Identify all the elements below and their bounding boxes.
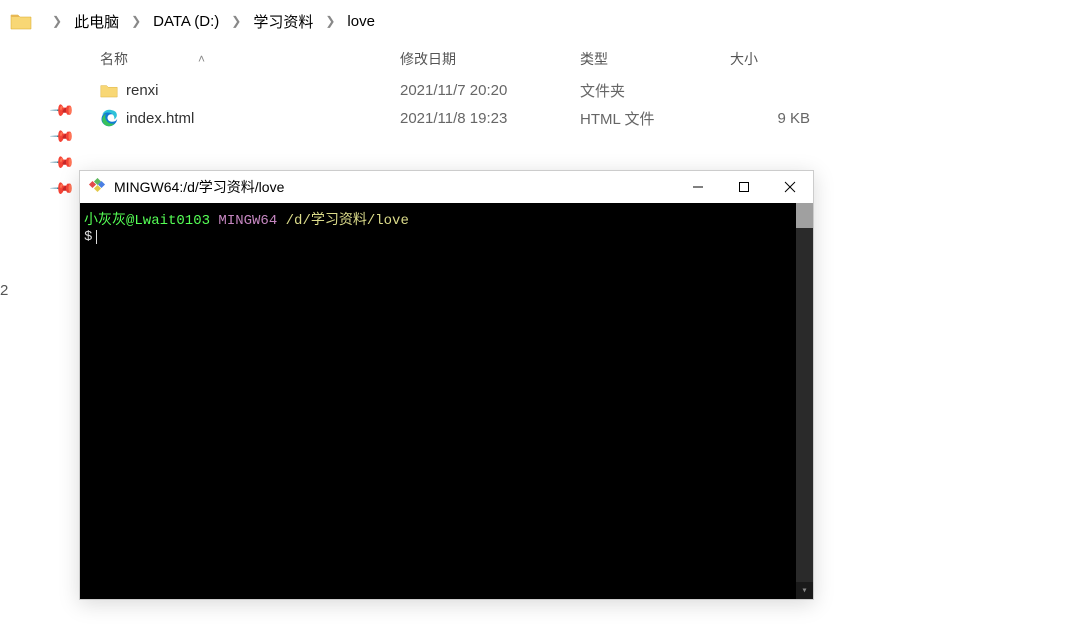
column-header-type[interactable]: 类型	[580, 49, 730, 69]
breadcrumb-segment[interactable]: DATA (D:)	[151, 13, 221, 30]
file-row[interactable]: renxi 2021/11/7 20:20 文件夹	[80, 76, 1075, 104]
item-count: 2	[0, 282, 8, 299]
window-title: MINGW64:/d/学习资料/love	[114, 177, 675, 197]
maximize-button[interactable]	[721, 171, 767, 203]
file-type: HTML 文件	[580, 108, 730, 129]
terminal-scrollbar[interactable]: ▾	[796, 203, 813, 599]
file-name: renxi	[126, 82, 159, 99]
chevron-right-icon: ❯	[221, 14, 251, 28]
column-header-date[interactable]: 修改日期	[400, 49, 580, 69]
edge-icon	[100, 109, 118, 127]
breadcrumb-segment[interactable]: 此电脑	[72, 11, 121, 32]
breadcrumb-segment[interactable]: 学习资料	[251, 11, 315, 32]
column-header-size[interactable]: 大小	[730, 49, 830, 69]
prompt-user: 小灰灰@Lwait0103	[84, 213, 210, 229]
minimize-button[interactable]	[675, 171, 721, 203]
quick-access-strip: 📌 📌 📌 📌 2	[0, 42, 80, 627]
folder-icon	[100, 83, 118, 98]
file-type: 文件夹	[580, 80, 730, 101]
breadcrumb-segment[interactable]: love	[345, 13, 377, 30]
breadcrumb: ❯ 此电脑 ❯ DATA (D:) ❯ 学习资料 ❯ love	[0, 0, 1075, 42]
file-date: 2021/11/7 20:20	[400, 82, 580, 99]
prompt-env: MINGW64	[218, 213, 277, 229]
chevron-right-icon: ❯	[315, 14, 345, 28]
pin-icon[interactable]: 📌	[49, 99, 72, 122]
file-name: index.html	[126, 110, 194, 127]
prompt-symbol: $	[84, 229, 92, 245]
window-titlebar[interactable]: MINGW64:/d/学习资料/love	[80, 171, 813, 203]
close-button[interactable]	[767, 171, 813, 203]
prompt-path: /d/学习资料/love	[286, 213, 409, 229]
chevron-up-icon: ˄	[198, 52, 205, 66]
folder-icon	[10, 12, 32, 30]
terminal-body[interactable]: 小灰灰@Lwait0103 MINGW64 /d/学习资料/love $ ▾	[80, 203, 813, 599]
terminal-window: MINGW64:/d/学习资料/love 小灰灰@Lwait0103 MINGW…	[79, 170, 814, 600]
chevron-right-icon: ❯	[121, 14, 151, 28]
pin-icon[interactable]: 📌	[49, 151, 72, 174]
mingw-icon	[88, 178, 106, 196]
file-date: 2021/11/8 19:23	[400, 110, 580, 127]
terminal-content[interactable]: 小灰灰@Lwait0103 MINGW64 /d/学习资料/love $	[80, 203, 796, 599]
file-size: 9 KB	[730, 110, 830, 127]
file-row[interactable]: index.html 2021/11/8 19:23 HTML 文件 9 KB	[80, 104, 1075, 132]
column-header-name[interactable]: 名称 ˄	[100, 49, 400, 69]
cursor-icon	[96, 230, 97, 244]
chevron-right-icon: ❯	[42, 14, 72, 28]
chevron-down-icon[interactable]: ▾	[796, 582, 813, 599]
column-headers: 名称 ˄ 修改日期 类型 大小	[80, 42, 1075, 76]
column-header-label: 名称	[100, 49, 128, 69]
pin-icon[interactable]: 📌	[49, 125, 72, 148]
pin-icon[interactable]: 📌	[49, 177, 72, 200]
